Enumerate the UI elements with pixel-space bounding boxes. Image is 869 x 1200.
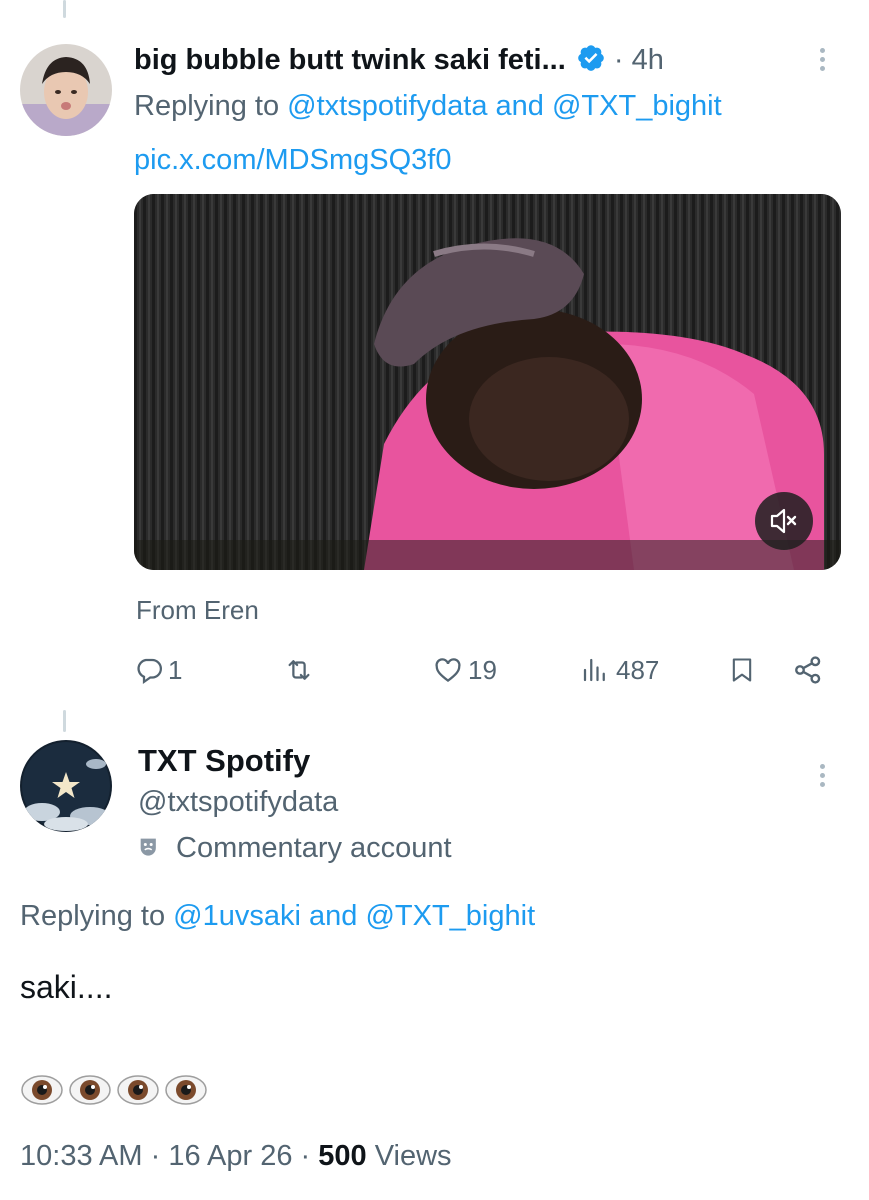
eye-emoji-row [20, 1068, 208, 1112]
share-button[interactable] [792, 650, 824, 690]
view-count: 487 [616, 654, 660, 685]
theater-masks-icon [140, 838, 156, 856]
more-options-icon[interactable] [818, 760, 826, 791]
tweet-text: saki.... [20, 969, 113, 1005]
reply-count: 1 [168, 654, 183, 685]
tweet1-header: big bubble butt twink saki feti... · 4h [134, 40, 664, 84]
tweet-meta: 10:33 AM · 16 Apr 26 · 500 Views [20, 1140, 452, 1172]
eye-emoji-icon [165, 1075, 207, 1105]
video-frame [134, 194, 841, 570]
avatar[interactable] [20, 740, 112, 832]
replying-to: Replying to @1uvsaki and @TXT_bighit [20, 896, 535, 936]
reply-mention-link[interactable]: @1uvsaki [173, 900, 301, 932]
account-label[interactable]: Commentary account [136, 828, 452, 868]
tweet-time[interactable]: 4h [632, 44, 664, 76]
eye-emoji-icon [21, 1075, 63, 1105]
account-label-text: Commentary account [176, 832, 452, 864]
replying-prefix: Replying to [20, 900, 166, 932]
reply-and-text: and [495, 90, 544, 122]
author-name[interactable]: big bubble butt twink saki feti... [134, 44, 566, 76]
reply-mention-link[interactable]: @txtspotifydata [287, 90, 487, 122]
thread-line-top [63, 0, 66, 18]
tweet-time[interactable]: 10:33 AM [20, 1140, 143, 1172]
eye-emoji-icon [69, 1075, 111, 1105]
verified-badge-icon [576, 43, 606, 84]
pic-link[interactable]: pic.x.com/MDSmgSQ3f0 [134, 140, 451, 180]
repost-button[interactable] [282, 650, 316, 690]
like-count: 19 [468, 654, 497, 685]
source-label[interactable]: From Eren [136, 592, 259, 628]
mute-toggle-button[interactable] [755, 492, 813, 550]
reply-icon [137, 658, 162, 685]
views-count: 500 [318, 1140, 367, 1172]
share-icon [795, 656, 821, 684]
volume-muted-icon [770, 508, 797, 534]
eye-emoji-icon [117, 1075, 159, 1105]
author-name[interactable]: TXT Spotify [138, 740, 310, 782]
views-button[interactable]: 487 [580, 650, 659, 690]
more-options-icon[interactable] [818, 44, 826, 75]
thread-line-mid [63, 710, 66, 732]
bookmark-icon [732, 658, 752, 682]
reply-mention-link[interactable]: @TXT_bighit [552, 90, 722, 122]
repost-icon [288, 660, 310, 680]
video-player[interactable] [134, 194, 841, 570]
bookmark-button[interactable] [728, 650, 756, 690]
reply-mention-link[interactable]: @TXT_bighit [365, 900, 535, 932]
like-button[interactable]: 19 [432, 650, 497, 690]
views-label: Views [374, 1140, 452, 1172]
author-handle[interactable]: @txtspotifydata [138, 782, 338, 822]
replying-prefix: Replying to [134, 90, 280, 122]
avatar[interactable] [20, 44, 112, 136]
tweet-date[interactable]: 16 Apr 26 [168, 1140, 292, 1172]
reply-and-text: and [309, 900, 358, 932]
heart-icon [435, 658, 461, 683]
reply-button[interactable]: 1 [134, 650, 182, 690]
analytics-icon [583, 658, 605, 682]
replying-to: Replying to @txtspotifydata and @TXT_big… [134, 86, 722, 126]
